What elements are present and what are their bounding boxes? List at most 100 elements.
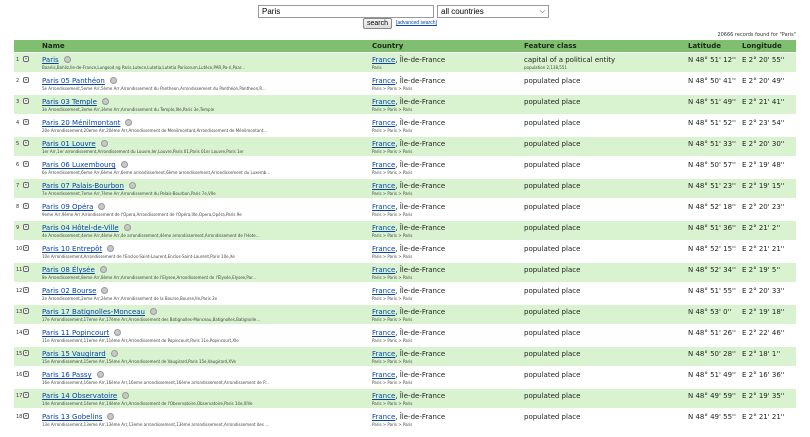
longitude: E 2° 19' 15'' — [742, 182, 785, 190]
search-input[interactable]: Paris — [258, 5, 434, 18]
table-row: 1 ⌖ Paris Baariis,Bahliz,Ile-de-France,Lung… — [14, 53, 796, 72]
table-row: 7 ⌖ Paris 07 Palais-Bourbon 7e Arrondisseme… — [14, 179, 796, 198]
place-name-link[interactable]: Paris — [42, 56, 71, 64]
wikipedia-icon[interactable] — [101, 287, 109, 294]
place-name: Paris 06 Luxembourg — [42, 161, 116, 169]
map-pin-icon[interactable]: ⌖ — [23, 371, 29, 377]
place-name-link[interactable]: Paris 01 Louvre — [42, 140, 108, 148]
wikipedia-icon[interactable] — [100, 140, 108, 147]
country-link[interactable]: France — [372, 371, 395, 379]
wikipedia-icon[interactable] — [99, 266, 107, 273]
table-row: 6 ⌖ Paris 06 Luxembourg 6e Arrondissement,6… — [14, 158, 796, 177]
table-header: Name Country Feature class Latitude Long… — [14, 40, 796, 52]
map-pin-icon[interactable]: ⌖ — [23, 161, 29, 167]
map-pin-icon[interactable]: ⌖ — [23, 119, 29, 125]
wikipedia-icon[interactable] — [128, 182, 136, 189]
region-text: , Île-de-France — [395, 119, 446, 127]
country-link[interactable]: France — [372, 98, 395, 106]
wikipedia-icon[interactable] — [63, 56, 71, 63]
place-name-link[interactable]: Paris 13 Gobelins — [42, 413, 115, 421]
wikipedia-icon[interactable] — [114, 329, 122, 336]
longitude: E 2° 19' 48'' — [742, 161, 785, 169]
map-pin-icon[interactable]: ⌖ — [23, 266, 29, 272]
wikipedia-icon[interactable] — [120, 161, 128, 168]
wikipedia-icon[interactable] — [101, 98, 109, 105]
table-row: 13 ⌖ Paris 17 Batignolles-Monceau 17e Arron… — [14, 305, 796, 324]
place-name-link[interactable]: Paris 03 Temple — [42, 98, 109, 106]
map-pin-icon[interactable]: ⌖ — [23, 182, 29, 188]
country-link[interactable]: France — [372, 245, 395, 253]
country-link[interactable]: France — [372, 392, 395, 400]
place-name-link[interactable]: Paris 16 Passy — [42, 371, 104, 379]
place-name-link[interactable]: Paris 07 Palais-Bourbon — [42, 182, 136, 190]
wikipedia-icon[interactable] — [122, 392, 130, 399]
place-name-link[interactable]: Paris 11 Popincourt — [42, 329, 122, 337]
wikipedia-icon[interactable] — [149, 308, 157, 315]
map-pin-icon[interactable]: ⌖ — [23, 140, 29, 146]
wikipedia-icon[interactable] — [98, 203, 106, 210]
map-pin-icon[interactable]: ⌖ — [23, 56, 29, 62]
map-pin-icon[interactable]: ⌖ — [23, 203, 29, 209]
country-link[interactable]: France — [372, 77, 395, 85]
wikipedia-icon[interactable] — [107, 413, 115, 420]
advanced-search-link[interactable]: [advanced search] — [396, 20, 437, 26]
country-link[interactable]: France — [372, 350, 395, 358]
feature-class: populated place — [524, 245, 581, 253]
map-pin-icon[interactable]: ⌖ — [23, 287, 29, 293]
map-pin-icon[interactable]: ⌖ — [23, 224, 29, 230]
map-pin-icon[interactable]: ⌖ — [23, 350, 29, 356]
longitude: E 2° 19' 35'' — [742, 392, 785, 400]
wikipedia-icon[interactable] — [96, 371, 104, 378]
place-name-link[interactable]: Paris 20 Ménilmontant — [42, 119, 133, 127]
search-button[interactable]: search — [363, 18, 392, 29]
wikipedia-icon[interactable] — [110, 350, 118, 357]
wikipedia-icon[interactable] — [125, 119, 133, 126]
map-pin-icon[interactable]: ⌖ — [23, 329, 29, 335]
place-name-link[interactable]: Paris 02 Bourse — [42, 287, 109, 295]
population: population 2,138,551 — [524, 65, 567, 70]
country-link[interactable]: France — [372, 224, 395, 232]
row-number: 3 — [16, 99, 20, 105]
place-name-link[interactable]: Paris 09 Opéra — [42, 203, 106, 211]
country-link[interactable]: France — [372, 413, 395, 421]
country-cell: France, Île-de-France — [372, 413, 445, 421]
country-link[interactable]: France — [372, 56, 395, 64]
place-name-link[interactable]: Paris 10 Entrepôt — [42, 245, 115, 253]
longitude: E 2° 20' 33'' — [742, 287, 785, 295]
map-pin-icon[interactable]: ⌖ — [23, 308, 29, 314]
map-pin-icon[interactable]: ⌖ — [23, 413, 29, 419]
country-link[interactable]: France — [372, 140, 395, 148]
wikipedia-icon[interactable] — [123, 224, 131, 231]
wikipedia-icon[interactable] — [107, 245, 115, 252]
country-link[interactable]: France — [372, 161, 395, 169]
region-text: , Île-de-France — [395, 56, 446, 64]
country-link[interactable]: France — [372, 308, 395, 316]
place-name-link[interactable]: Paris 08 Élysée — [42, 266, 107, 274]
map-pin-icon[interactable]: ⌖ — [23, 98, 29, 104]
country-link[interactable]: France — [372, 266, 395, 274]
place-name-link[interactable]: Paris 04 Hôtel-de-Ville — [42, 224, 131, 232]
place-name-link[interactable]: Paris 06 Luxembourg — [42, 161, 128, 169]
feature-class: populated place — [524, 182, 581, 190]
place-name-link[interactable]: Paris 14 Observatoire — [42, 392, 130, 400]
place-name-link[interactable]: Paris 05 Panthéon — [42, 77, 117, 85]
country-link[interactable]: France — [372, 119, 395, 127]
feature-class: populated place — [524, 203, 581, 211]
country-link[interactable]: France — [372, 329, 395, 337]
map-pin-icon[interactable]: ⌖ — [23, 245, 29, 251]
row-number: 8 — [16, 204, 20, 210]
map-pin-icon[interactable]: ⌖ — [23, 77, 29, 83]
country-link[interactable]: France — [372, 203, 395, 211]
map-pin-icon[interactable]: ⌖ — [23, 392, 29, 398]
alternate-names: 2e Arrondissement,2eme Arr,2ème Arr,Arro… — [42, 296, 218, 301]
table-row: 14 ⌖ Paris 11 Popincourt 11e Arrondissement… — [14, 326, 796, 345]
latitude: N 48° 51' 55'' — [688, 287, 736, 295]
country-link[interactable]: France — [372, 182, 395, 190]
latitude: N 48° 51' 33'' — [688, 140, 736, 148]
country-link[interactable]: France — [372, 287, 395, 295]
latitude: N 48° 53' 0'' — [688, 308, 732, 316]
wikipedia-icon[interactable] — [109, 77, 117, 84]
place-name-link[interactable]: Paris 17 Batignolles-Monceau — [42, 308, 157, 316]
place-name-link[interactable]: Paris 15 Vaugirard — [42, 350, 118, 358]
country-select[interactable]: all countries ⌵ — [437, 5, 549, 18]
